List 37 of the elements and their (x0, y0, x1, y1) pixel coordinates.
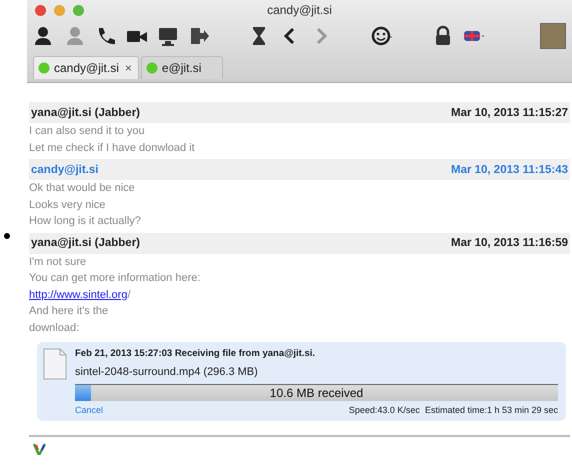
sender-name: yana@jit.si (Jabber) (31, 106, 140, 118)
message-text: You can get more information here: (29, 271, 202, 286)
file-name: sintel-2048-surround.mp4 (296.3 MB) (75, 366, 259, 378)
message-text: I can also send it to you (29, 124, 146, 139)
sender-name: candy@jit.si (31, 164, 98, 176)
tab-label: candy@jit.si (54, 61, 119, 75)
close-tab-button[interactable]: × (124, 61, 132, 75)
message-text: Let me check if I have donwload it (29, 140, 196, 156)
chat-tab[interactable]: candy@jit.si × (33, 56, 139, 79)
status-dot-icon (38, 62, 50, 74)
exit-icon[interactable] (188, 25, 210, 47)
message-text: Looks very nice (29, 198, 106, 212)
logo-icon (33, 443, 49, 455)
cancel-link[interactable]: Cancel (75, 405, 104, 415)
message-time: Mar 10, 2013 11:15:43 (450, 164, 568, 176)
close-button[interactable] (35, 4, 46, 16)
status-dot-icon (146, 62, 158, 74)
message-text: How long is it actually? (29, 214, 142, 229)
message-text: Ok that would be nice (29, 181, 136, 196)
message-time: Mar 10, 2013 11:16:59 (450, 237, 568, 249)
message-text: And here it's the (29, 304, 110, 319)
screen-share-icon[interactable] (157, 25, 179, 47)
chat-tab[interactable]: e@jit.si (140, 56, 223, 79)
tab-label: e@jit.si (162, 61, 202, 75)
document-icon (43, 348, 67, 380)
sender-name: yana@jit.si (Jabber) (31, 237, 140, 249)
transfer-title: Feb 21, 2013 15:27:03 Receiving file from yana@jit.si. (75, 348, 316, 359)
message-time: Mar 10, 2013 11:15:27 (450, 106, 568, 118)
message-text: / (127, 288, 130, 300)
message-text: download: (29, 320, 80, 336)
progress-text: 10.6 MB received (270, 386, 364, 400)
bullet-icon (4, 233, 10, 239)
message-text: I'm not sure (29, 254, 88, 270)
window-title: candy@jit.si (267, 3, 332, 17)
link[interactable]: http://www.sintel.org (29, 288, 128, 300)
transfer-speed: Speed:43.0 K/sec Estimated time:1 h 53 min 29 sec (348, 405, 558, 415)
smiley-icon[interactable] (370, 25, 394, 47)
